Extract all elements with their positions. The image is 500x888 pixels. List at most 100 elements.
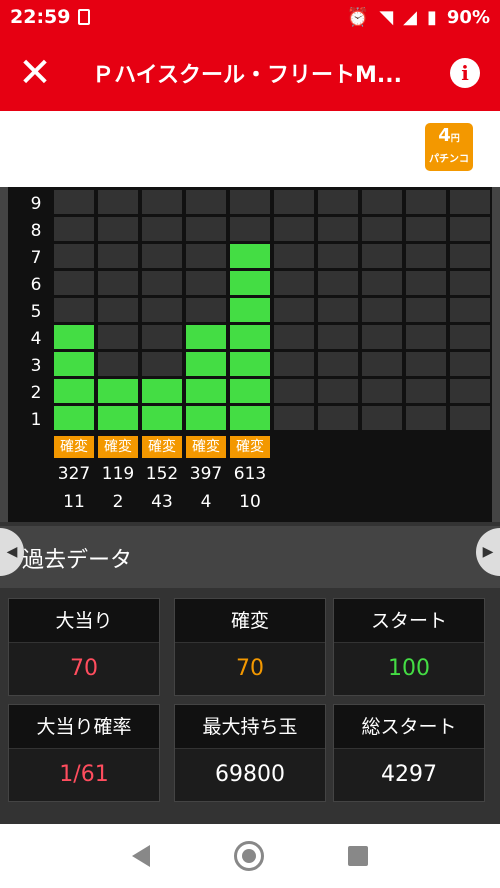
history-cell [362,298,402,322]
past-data-bar[interactable]: ◀ 過去データ ▶ [0,522,500,588]
stat-card: スタート 100 [333,598,485,696]
history-cell [54,271,94,295]
past-data-label: 過去データ [22,548,133,573]
history-cell [54,190,94,214]
history-cell-on [230,244,270,268]
badge-text: パチンコ [429,154,469,165]
stat-label: 確変 [175,599,325,643]
history-cell [142,325,182,349]
android-nav-bar [0,824,500,888]
history-cell [406,298,446,322]
history-cell [450,406,490,430]
y-label: 1 [30,410,42,430]
history-value-1: 613 [233,464,267,484]
page-title: Ｐハイスクール・フリートM... [92,62,402,88]
history-cell-on [98,379,138,403]
history-cell-on [142,406,182,430]
next-arrow-icon[interactable]: ▶ [476,528,500,576]
y-label: 3 [30,356,42,376]
kakuhen-tag: 確変 [54,436,94,458]
status-icons: ⏰ ◥ ◢ ▮ 90% [347,7,490,28]
history-cell-on [186,406,226,430]
history-cell [142,244,182,268]
history-value-2: 4 [200,492,212,512]
notification-icon [78,9,91,25]
history-cell [406,406,446,430]
history-cell [318,406,358,430]
history-cell [406,352,446,376]
history-cell-on [230,406,270,430]
history-cell [142,352,182,376]
history-cell [186,244,226,268]
history-cell [274,298,314,322]
stat-card: 大当り確率 1/61 [8,704,160,802]
history-cell-on [230,298,270,322]
stats-panel: 大当り 70 確変 70 スタート 100 大当り確率 1/61 最大持ち玉 69800 総スタート… [0,588,500,824]
home-icon[interactable] [234,841,264,871]
signal-icon: ◢ [403,6,417,28]
stat-value: 70 [175,643,325,695]
status-time: 22:59 [10,6,71,28]
alarm-icon: ⏰ [346,6,370,28]
pachinko-4yen-badge: 4円 パチンコ [425,123,473,171]
history-cell-on [54,379,94,403]
history-cell [362,190,402,214]
history-cell [362,217,402,241]
app-bar: ✕ Ｐハイスクール・フリートM... i [0,34,500,111]
history-cell-on [142,379,182,403]
history-cell [98,325,138,349]
history-cell [142,190,182,214]
y-label: 5 [30,302,42,322]
history-cell-on [98,406,138,430]
sub-header: 4円 パチンコ [0,111,500,187]
history-cell-on [230,325,270,349]
stat-value: 4297 [334,749,484,801]
history-cell [362,325,402,349]
stat-card: 確変 70 [174,598,326,696]
y-axis-labels: 9 8 7 6 5 4 3 2 1 [24,191,48,434]
y-label: 4 [30,329,42,349]
history-cell [98,271,138,295]
history-cell [450,352,490,376]
history-cell [186,217,226,241]
history-cell [362,244,402,268]
history-cell [318,217,358,241]
history-cell [450,217,490,241]
stat-label: 大当り確率 [9,705,159,749]
stat-value: 100 [334,643,484,695]
prev-arrow-icon[interactable]: ◀ [0,528,24,576]
history-cell [274,406,314,430]
stat-value: 1/61 [9,749,159,801]
history-cell [318,325,358,349]
history-cell-on [230,271,270,295]
close-icon[interactable]: ✕ [0,53,70,93]
history-cell [362,271,402,295]
stat-card: 大当り 70 [8,598,160,696]
info-button[interactable]: i [430,57,500,88]
y-label: 8 [30,221,42,241]
history-cell [54,244,94,268]
stat-label: 最大持ち玉 [175,705,325,749]
badge-number: 4 [438,125,451,146]
history-value-2: 10 [239,492,261,512]
history-cell [450,325,490,349]
history-value-1: 119 [101,464,135,484]
history-cell [98,298,138,322]
history-value-2: 43 [151,492,173,512]
history-cell [406,379,446,403]
history-cell [450,379,490,403]
badge-unit: 円 [450,134,460,144]
history-cell [98,217,138,241]
wifi-icon: ◥ [379,6,394,28]
back-icon[interactable] [132,845,150,867]
history-cell [318,244,358,268]
history-cell-on [54,406,94,430]
battery-icon: ▮ [427,6,437,28]
stat-card: 総スタート 4297 [333,704,485,802]
history-value-1: 397 [189,464,223,484]
history-cell [406,325,446,349]
history-value-1: 327 [57,464,91,484]
history-cell [274,352,314,376]
stat-label: 大当り [9,599,159,643]
recents-icon[interactable] [348,846,368,866]
